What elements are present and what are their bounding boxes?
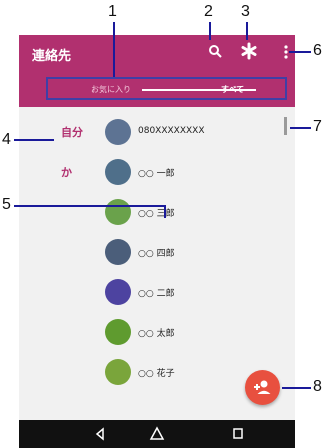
avatar <box>105 359 131 385</box>
contact-name: ○○ 二郎 <box>138 289 175 299</box>
callout-6: 6 <box>313 42 322 59</box>
recents-square-icon[interactable] <box>231 420 245 448</box>
callout-8-line <box>282 387 311 389</box>
callout-2-line <box>209 22 211 40</box>
list-item[interactable]: ○○ 太郎 <box>19 313 295 353</box>
navigation-bar <box>19 420 295 448</box>
callout-5-line <box>14 205 166 207</box>
callout-1-line <box>113 22 115 77</box>
avatar <box>105 239 131 265</box>
contact-name: ○○ 太郎 <box>138 329 175 339</box>
callout-7-line <box>290 127 311 129</box>
list-item[interactable]: か ○○ 一郎 <box>19 153 295 193</box>
contact-name: ○○ 一郎 <box>138 169 175 179</box>
callout-5-line-vertical <box>164 205 166 218</box>
callout-1: 1 <box>108 3 117 20</box>
section-header-me: 自分 <box>61 126 83 139</box>
avatar <box>105 279 131 305</box>
callout-4: 4 <box>2 131 11 148</box>
avatar <box>105 199 131 225</box>
contact-name: ○○ 花子 <box>138 369 175 379</box>
avatar <box>105 119 131 145</box>
app-bar: 連絡先 <box>19 35 295 71</box>
avatar <box>105 159 131 185</box>
section-header-ka: か <box>61 166 72 179</box>
list-item[interactable]: ○○ 二郎 <box>19 273 295 313</box>
search-icon[interactable] <box>207 43 225 61</box>
callout-3: 3 <box>241 3 250 20</box>
asterisk-icon[interactable] <box>239 41 259 61</box>
callout-7: 7 <box>313 118 322 135</box>
add-contact-button[interactable] <box>245 370 280 405</box>
list-item[interactable]: ○○ 四郎 <box>19 233 295 273</box>
callout-6-line <box>289 51 311 53</box>
back-triangle-icon[interactable] <box>93 420 107 448</box>
app-title: 連絡先 <box>32 49 72 64</box>
avatar <box>105 319 131 345</box>
callout-2: 2 <box>204 3 213 20</box>
contacts-screen: 連絡先 お気に入り すべて 自分 080XXXXXXXX か ○○ 一郎 ○○ … <box>19 35 295 448</box>
tabs-highlight-box <box>46 77 287 100</box>
callout-4-line <box>14 139 54 141</box>
contact-name: ○○ 三郎 <box>138 209 175 219</box>
callout-3-line <box>246 22 248 40</box>
contact-name: ○○ 四郎 <box>138 249 175 259</box>
list-item[interactable]: ○○ 三郎 <box>19 193 295 233</box>
scrollbar-thumb[interactable] <box>284 117 287 135</box>
contact-name: 080XXXXXXXX <box>138 126 205 136</box>
callout-5: 5 <box>2 196 11 213</box>
home-icon[interactable] <box>149 420 165 448</box>
list-item[interactable]: 自分 080XXXXXXXX <box>19 113 295 153</box>
callout-8: 8 <box>313 378 322 395</box>
add-contact-icon <box>254 380 271 394</box>
